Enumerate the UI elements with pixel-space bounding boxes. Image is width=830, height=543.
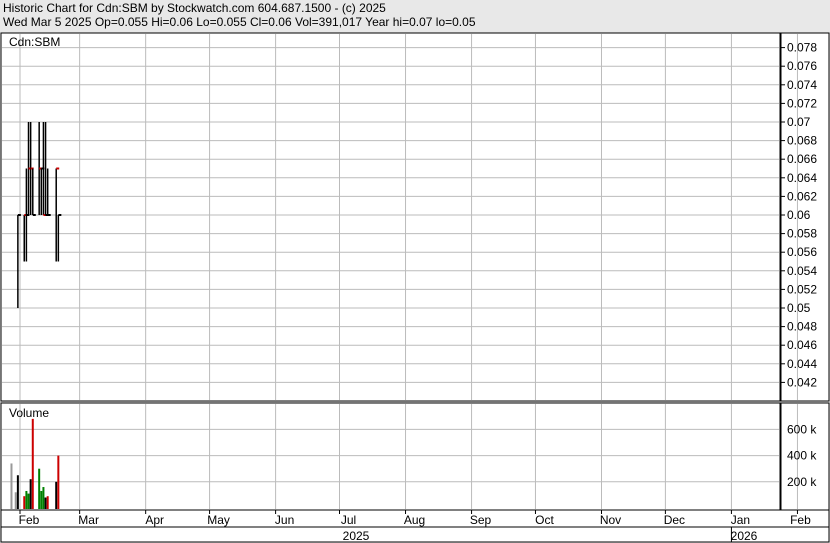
month-label: May [207,513,230,527]
price-tick-label: 0.05 [787,301,811,315]
price-tick-label: 0.07 [787,115,811,129]
month-label: Sep [470,513,492,527]
price-tick-label: 0.052 [787,282,817,296]
month-label: Oct [535,513,554,527]
year-label: 2025 [343,529,370,543]
stock-chart: Feb Mar Apr May Jun Jul Aug Sep Oct Nov Dec Jan Feb 2… [0,32,830,543]
month-label: Jun [275,513,294,527]
price-tick-label: 0.076 [787,59,817,73]
price-tick-label: 0.068 [787,134,817,148]
month-label: Nov [600,513,621,527]
price-tick-label: 0.072 [787,96,817,110]
volume-tick-label: 600 k [787,422,817,436]
month-label: Mar [78,513,99,527]
price-tick-label: 0.058 [787,227,817,241]
volume-tick-label: 400 k [787,449,817,463]
price-tick-label: 0.066 [787,152,817,166]
price-tick-label: 0.064 [787,171,817,185]
price-tick-label: 0.042 [787,375,817,389]
price-tick-label: 0.074 [787,78,817,92]
volume-tick-label: 200 k [787,475,817,489]
price-panel-title: Cdn:SBM [9,35,60,49]
year-axis [0,526,830,543]
price-tick-label: 0.062 [787,189,817,203]
price-tick-label: 0.044 [787,357,817,371]
price-tick-label: 0.054 [787,264,817,278]
price-tick-label: 0.078 [787,41,817,55]
price-tick-label: 0.048 [787,320,817,334]
month-label: Aug [404,513,425,527]
year-label: 2026 [731,529,758,543]
price-tick-label: 0.06 [787,208,811,222]
month-label: Jul [341,513,356,527]
month-label: Feb [19,513,40,527]
price-tick-label: 0.056 [787,245,817,259]
volume-panel-title: Volume [9,406,49,420]
volume-panel [0,402,781,511]
month-label: Dec [664,513,685,527]
month-label: Jan [731,513,750,527]
price-panel [0,32,781,402]
month-label: Apr [145,513,164,527]
month-label: Feb [790,513,811,527]
price-tick-label: 0.046 [787,338,817,352]
